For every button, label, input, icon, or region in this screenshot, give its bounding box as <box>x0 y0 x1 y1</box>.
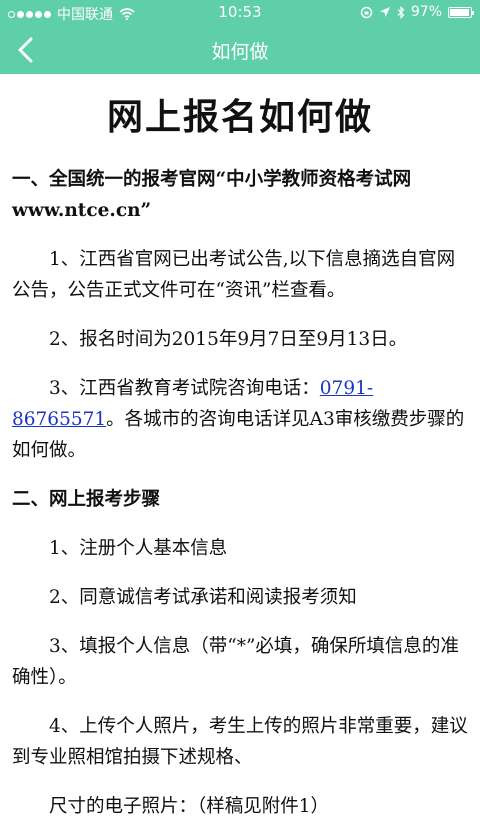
rotation-lock-icon <box>360 6 373 18</box>
paragraph-3-prefix: 3、江西省教育考试院咨询电话： <box>49 378 320 399</box>
paragraph-2: 2、报名时间为2015年9月7日至9月13日。 <box>49 329 408 350</box>
step-2: 2、同意诚信考试承诺和阅读报考须知 <box>49 587 357 608</box>
step-5: 尺寸的电子照片：（样稿见附件1） <box>49 796 330 817</box>
battery-icon <box>448 6 474 18</box>
bluetooth-icon <box>397 5 405 19</box>
step-1: 1、注册个人基本信息 <box>49 538 228 559</box>
paragraph-3: 3、江西省教育考试院咨询电话：0791-86765571。各城市的咨询电话详见A… <box>12 373 468 466</box>
article-title: 网上报名如何做 <box>106 97 373 138</box>
battery-level-fill <box>450 8 470 16</box>
step-4: 4、上传个人照片，考生上传的照片非常重要，建议到专业照相馆拍摄下述规格、 <box>12 716 468 768</box>
paragraph-1: 1、江西省官网已出考试公告,以下信息摘选自官网公告，公告正式文件可在“资讯”栏查… <box>12 249 456 301</box>
section-heading-2: 二、网上报考步骤 <box>12 489 161 510</box>
location-arrow-icon <box>379 7 390 17</box>
status-right: 97% <box>360 4 474 20</box>
navigation-bar: 如何做 <box>0 26 480 74</box>
page-title: 如何做 <box>211 41 269 63</box>
step-3: 3、填报个人信息（带“*”必填，确保所填信息的准确性）。 <box>12 636 459 688</box>
article-content: 网上报名如何做 一、全国统一的报考官网“中小学教师资格考试网www.ntce.c… <box>0 74 480 840</box>
battery-percent: 97% <box>410 4 442 20</box>
section-heading-1: 一、全国统一的报考官网“中小学教师资格考试网www.ntce.cn” <box>12 169 412 221</box>
status-bar: 中国联通 10:53 97% <box>0 0 480 26</box>
